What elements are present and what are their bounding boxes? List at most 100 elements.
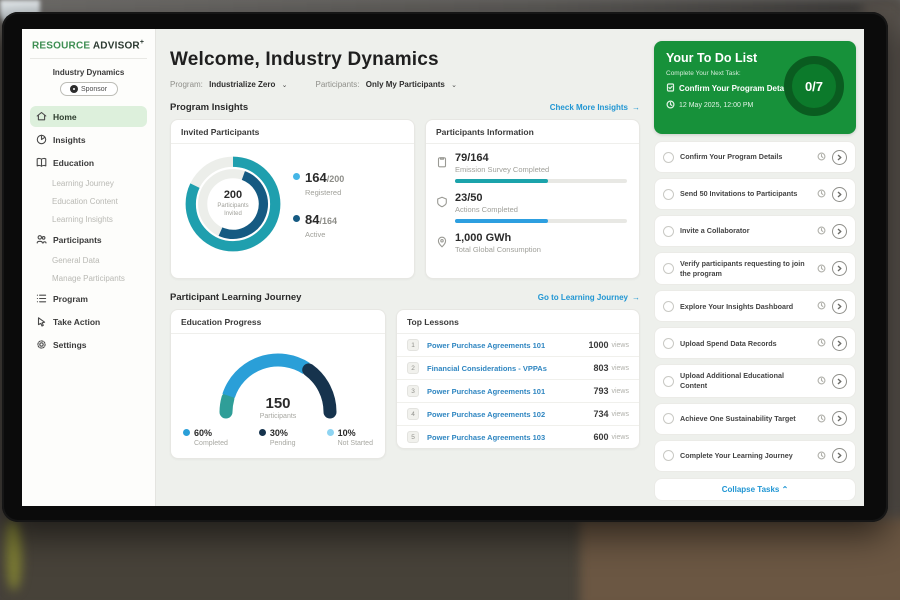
participants-filter-label: Participants: [315,80,359,89]
legend-dot [183,429,190,436]
sidebar-item-insights[interactable]: Insights [30,129,147,150]
task-row-upload-educational-content[interactable]: Upload Additional Educational Content [654,364,856,397]
task-row-send-invitations[interactable]: Send 50 Invitations to Participants [654,178,856,210]
education-progress-card: Education Progress 150 Participants [170,309,386,459]
checkbox[interactable] [663,450,674,461]
task-row-explore-insights[interactable]: Explore Your Insights Dashboard [654,290,856,322]
cursor-action-icon [36,316,47,327]
rank-chip: 4 [407,408,419,420]
checkbox[interactable] [663,338,674,349]
checkbox[interactable] [663,301,674,312]
lesson-link[interactable]: Power Purchase Agreements 102 [427,410,593,419]
rank-chip: 1 [407,339,419,351]
sidebar-item-label: Insights [53,135,86,145]
book-icon [36,157,47,168]
collapse-tasks-button[interactable]: Collapse Tasks ⌃ [654,478,856,501]
home-icon [36,111,47,122]
chevron-right-button[interactable] [832,336,847,351]
program-filter[interactable]: Program: Industrialize Zero ⌄ [170,80,287,89]
arrow-right-icon: → [632,293,640,302]
sidebar-item-label: Home [53,112,77,122]
lesson-link[interactable]: Financial Considerations - VPPAs [427,364,593,373]
sidebar-program-name: Industry Dynamics [30,68,147,77]
chevron-down-icon: ⌄ [451,82,457,89]
task-row-verify-participants[interactable]: Verify participants requesting to join t… [654,252,856,285]
donut-legend: 164/200 Registered 84/164 Active [293,169,344,239]
sidebar-item-general-data[interactable]: General Data [30,252,147,269]
sidebar-item-home[interactable]: Home [30,106,147,127]
clock-icon [666,100,675,111]
rank-chip: 2 [407,362,419,374]
card-title: Participants Information [426,120,639,144]
chevron-right-button[interactable] [832,224,847,239]
legend-completed: 60% Completed [183,428,228,447]
sidebar-item-participants[interactable]: Participants [30,229,147,250]
checkbox[interactable] [663,413,674,424]
gauge-center-value: 150 [208,395,348,412]
chevron-right-button[interactable] [832,187,847,202]
sidebar-item-manage-participants[interactable]: Manage Participants [30,270,147,287]
stat-emission-survey: 79/164 Emission Survey Completed [436,152,627,183]
sidebar-item-learning-journey[interactable]: Learning Journey [30,175,147,192]
sidebar-item-education[interactable]: Education [30,152,147,173]
task-row-invite-collaborator[interactable]: Invite a Collaborator [654,215,856,247]
checkbox[interactable] [663,189,674,200]
clock-icon [817,148,826,166]
sidebar-item-label: Participants [53,235,102,245]
learning-cards-row: Education Progress 150 Participants [170,309,640,459]
gauge-segment-completed [229,360,307,396]
chevron-right-button[interactable] [832,150,847,165]
logo-resource: RESOURCE [32,40,90,51]
task-row-confirm-program[interactable]: Confirm Your Program Details [654,141,856,173]
task-row-complete-learning-journey[interactable]: Complete Your Learning Journey [654,440,856,472]
progress-fill [455,179,548,183]
sidebar-item-settings[interactable]: Settings [30,334,147,355]
program-filter-label: Program: [170,80,203,89]
insights-cards-row: Invited Participants 200 Participants In… [170,119,640,279]
chevron-right-button[interactable] [832,261,847,276]
legend-pending: 30% Pending [259,428,296,447]
participants-filter[interactable]: Participants: Only My Participants ⌄ [315,80,457,89]
checkbox[interactable] [663,263,674,274]
task-row-achieve-target[interactable]: Achieve One Sustainability Target [654,403,856,435]
checkbox[interactable] [663,152,674,163]
sidebar-item-education-content[interactable]: Education Content [30,193,147,210]
chevron-right-button[interactable] [832,374,847,389]
lesson-link[interactable]: Power Purchase Agreements 103 [427,433,593,442]
chevron-right-button[interactable] [832,448,847,463]
progress-track [455,219,627,223]
participants-information-card: Participants Information 79/164 Emission… [425,119,640,279]
section-title: Participant Learning Journey [170,292,301,303]
sponsor-badge[interactable]: Sponsor [60,82,118,96]
lesson-link[interactable]: Power Purchase Agreements 101 [427,387,593,396]
chevron-up-icon: ⌃ [782,485,789,494]
sidebar-item-learning-insights[interactable]: Learning Insights [30,211,147,228]
room-wall-bottom-left [0,518,600,600]
go-to-learning-journey-link[interactable]: Go to Learning Journey → [538,293,640,302]
legend-registered: 164/200 Registered [293,169,344,197]
todo-next-task: Confirm Your Program Details [679,84,793,93]
checkbox[interactable] [663,376,674,387]
lesson-row: 1 Power Purchase Agreements 101 1000 vie… [397,334,639,357]
check-more-insights-link[interactable]: Check More Insights → [550,103,640,112]
sponsor-badge-icon [70,85,78,93]
legend-not-started: 10% Not Started [327,428,373,447]
sidebar-item-program[interactable]: Program [30,288,147,309]
resource-advisor-logo: RESOURCE ADVISOR+ [30,37,147,59]
chevron-right-button[interactable] [832,411,847,426]
donut-center-value: 200 [224,189,242,201]
task-row-upload-spend-data[interactable]: Upload Spend Data Records [654,327,856,359]
card-title: Education Progress [171,310,385,334]
main-content: Welcome, Industry Dynamics Program: Indu… [156,29,652,506]
checkbox[interactable] [663,226,674,237]
sponsor-badge-label: Sponsor [81,86,107,93]
sidebar-item-label: Program [53,294,88,304]
clock-icon [817,185,826,203]
shield-icon [436,195,448,207]
top-lessons-card: Top Lessons 1 Power Purchase Agreements … [396,309,640,449]
lesson-link[interactable]: Power Purchase Agreements 101 [427,341,588,350]
sidebar-item-take-action[interactable]: Take Action [30,311,147,332]
clock-icon [817,260,826,278]
gauge-center-label: Participants [208,413,348,420]
chevron-right-button[interactable] [832,299,847,314]
